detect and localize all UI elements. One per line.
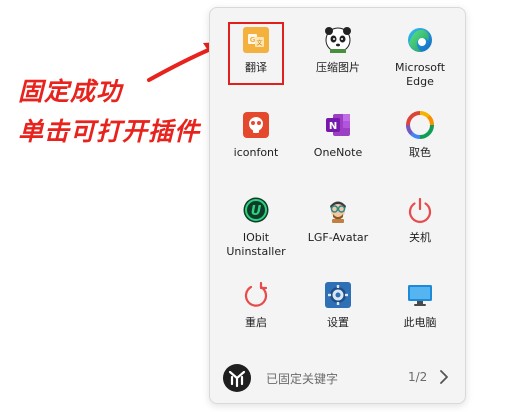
app-logo-icon[interactable] bbox=[222, 363, 252, 393]
iobit-icon: U bbox=[243, 197, 269, 223]
annotation-line-2: 单击可打开插件 bbox=[18, 117, 201, 146]
power-icon bbox=[408, 197, 432, 223]
tile-label: 翻译 bbox=[245, 61, 267, 74]
edge-icon bbox=[408, 28, 432, 52]
settings-icon bbox=[325, 282, 351, 308]
tile-color-picker[interactable]: 取色 bbox=[378, 101, 462, 181]
avatar-icon bbox=[330, 201, 346, 223]
panel-footer: 已固定关键字 1/2 bbox=[210, 358, 465, 398]
tile-label: 压缩图片 bbox=[316, 61, 360, 74]
tile-this-pc[interactable]: 此电脑 bbox=[378, 271, 462, 351]
pinned-keywords-label: 已固定关键字 bbox=[266, 372, 339, 386]
svg-text:G: G bbox=[250, 36, 256, 44]
svg-text:U: U bbox=[251, 204, 262, 219]
chevron-right-icon[interactable] bbox=[436, 366, 452, 388]
computer-icon bbox=[408, 285, 432, 306]
tile-label: 此电脑 bbox=[403, 316, 437, 329]
svg-text:N: N bbox=[329, 121, 337, 132]
tile-label: OneNote bbox=[313, 146, 363, 159]
tile-iobit-uninstaller[interactable]: U IObit Uninstaller bbox=[214, 186, 298, 266]
tile-translate[interactable]: G 文 翻译 bbox=[214, 16, 298, 96]
onenote-icon: N bbox=[326, 114, 350, 136]
translate-icon: G 文 bbox=[243, 27, 269, 53]
tile-microsoft-edge[interactable]: Microsoft Edge bbox=[378, 16, 462, 96]
page-indicator: 1/2 bbox=[408, 370, 428, 384]
tile-shutdown[interactable]: 关机 bbox=[378, 186, 462, 266]
tile-label: 重启 bbox=[245, 316, 267, 329]
tile-settings[interactable]: 设置 bbox=[296, 271, 380, 351]
tile-label: 关机 bbox=[409, 231, 431, 244]
tile-label: 设置 bbox=[327, 316, 349, 329]
iconfont-icon bbox=[243, 112, 269, 138]
tile-iconfont[interactable]: iconfont bbox=[214, 101, 298, 181]
tile-label: Microsoft Edge bbox=[394, 61, 446, 88]
tile-label: IObit Uninstaller bbox=[226, 231, 286, 258]
tile-onenote[interactable]: N OneNote bbox=[296, 101, 380, 181]
restart-icon bbox=[244, 281, 268, 307]
color-ring-icon bbox=[406, 111, 434, 139]
svg-text:文: 文 bbox=[256, 39, 262, 47]
tile-label: LGF-Avatar bbox=[307, 231, 369, 244]
panda-icon bbox=[325, 27, 351, 53]
pinned-panel: G 文 翻译 压缩图片 Microsoft Edge iconfont N On… bbox=[209, 7, 466, 404]
tile-lgf-avatar[interactable]: LGF-Avatar bbox=[296, 186, 380, 266]
tile-label: 取色 bbox=[409, 146, 431, 159]
tile-compress-image[interactable]: 压缩图片 bbox=[296, 16, 380, 96]
tile-restart[interactable]: 重启 bbox=[214, 271, 298, 351]
tile-label: iconfont bbox=[233, 146, 279, 159]
